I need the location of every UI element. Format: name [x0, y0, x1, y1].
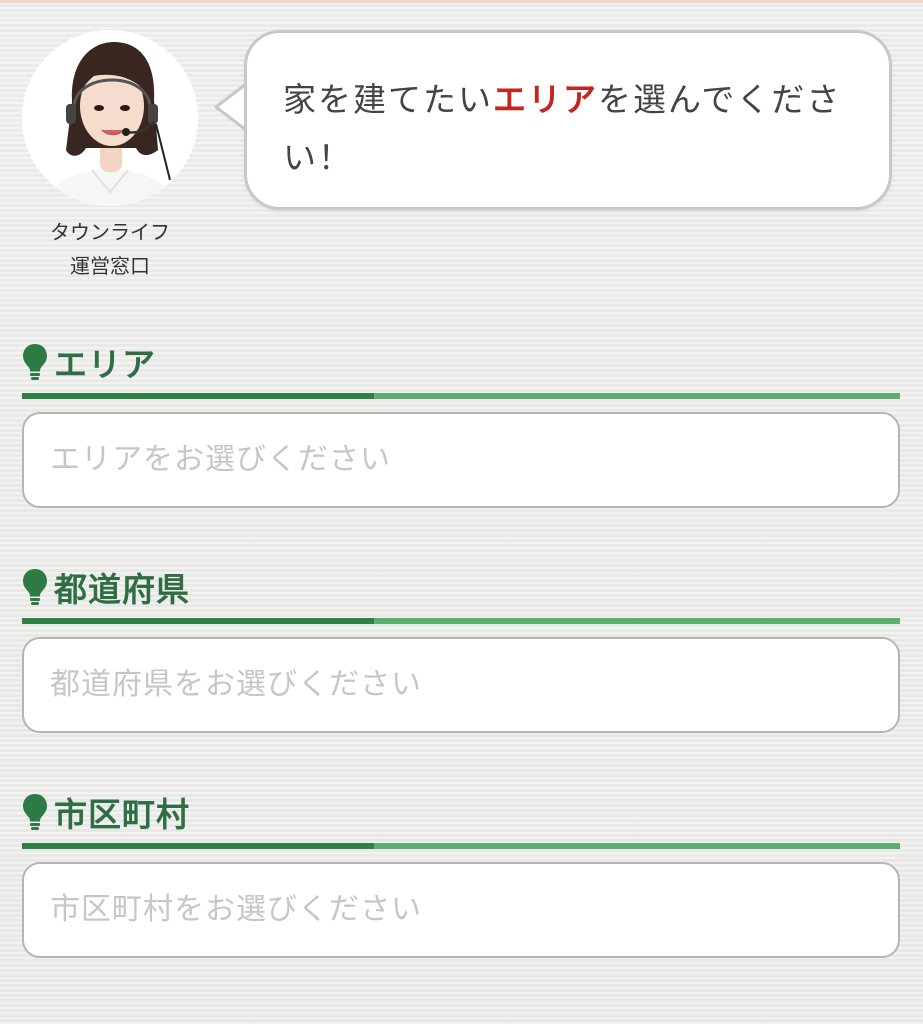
operator-label: タウンライフ 運営窓口 — [12, 215, 208, 283]
city-section: 市区町村 市区町村をお選びください — [22, 790, 900, 960]
lightbulb-icon — [23, 344, 47, 380]
area-heading: エリア — [22, 340, 156, 384]
city-title: 市区町村 — [54, 795, 190, 834]
area-select[interactable]: エリアをお選びください — [22, 412, 900, 508]
prefecture-heading: 都道府県 — [22, 565, 190, 609]
prefecture-select-placeholder: 都道府県をお選びください — [50, 667, 422, 702]
prefecture-title: 都道府県 — [54, 570, 190, 609]
speech-bubble-text: 家を建てたいエリアを選んでください！ — [283, 71, 843, 187]
operator-name-line2: 運営窓口 — [70, 254, 150, 278]
lightbulb-icon — [23, 794, 47, 830]
lightbulb-icon — [23, 569, 47, 605]
bubble-text-before: 家を建てたい — [283, 80, 493, 119]
prefecture-section: 都道府県 都道府県をお選びください — [22, 565, 900, 735]
area-title: エリア — [54, 345, 156, 384]
top-border — [0, 0, 923, 3]
city-underline — [22, 843, 900, 849]
operator-photo — [22, 30, 198, 206]
speech-bubble: 家を建てたいエリアを選んでください！ — [244, 30, 892, 210]
bubble-text-highlight: エリア — [493, 80, 598, 119]
area-underline — [22, 393, 900, 399]
area-section: エリア エリアをお選びください — [22, 340, 900, 510]
operator-name-line1: タウンライフ — [50, 220, 170, 244]
prefecture-underline — [22, 618, 900, 624]
prefecture-select[interactable]: 都道府県をお選びください — [22, 637, 900, 733]
city-select-placeholder: 市区町村をお選びください — [50, 892, 422, 927]
operator-avatar — [22, 30, 198, 206]
city-select[interactable]: 市区町村をお選びください — [22, 862, 900, 958]
area-select-placeholder: エリアをお選びください — [50, 442, 391, 477]
city-heading: 市区町村 — [22, 790, 190, 834]
